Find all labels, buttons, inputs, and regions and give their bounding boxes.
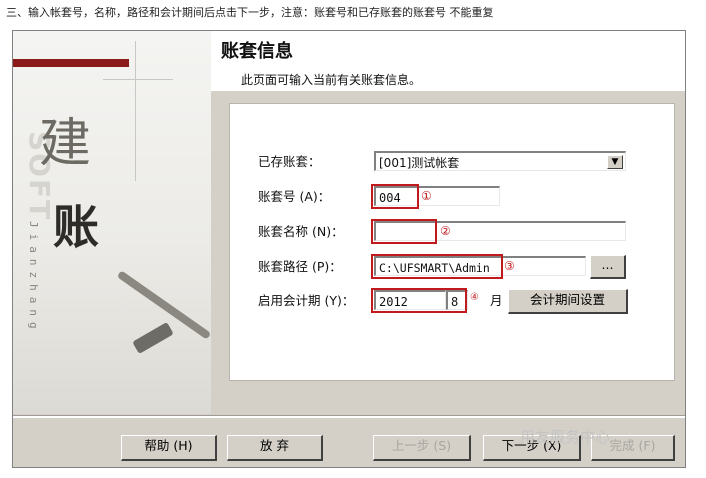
account-path-label: 账套路径 (P)： — [258, 259, 342, 274]
account-number-highlight — [371, 184, 419, 209]
side-illustration: SOFT 建 账 Jianzhang — [13, 31, 211, 414]
step-marker-3: ③ — [504, 259, 515, 273]
watermark-text: 用友服务中心 — [520, 428, 611, 446]
dialog-header: 账套信息 此页面可输入当前有关账套信息。 — [211, 31, 685, 91]
account-name-highlight — [371, 219, 437, 244]
side-character-top: 建 — [39, 114, 92, 174]
chevron-down-icon[interactable]: ▼ — [607, 155, 623, 169]
period-settings-button[interactable]: 会计期间设置 — [508, 289, 628, 314]
existing-account-row: 已存账套： [001]测试帐套 ▼ — [258, 151, 668, 173]
month-unit-label: 月 — [490, 293, 503, 308]
account-path-highlight — [371, 254, 503, 279]
account-number-row: 账套号 (A)： 004 ① — [258, 184, 668, 209]
side-character-bottom: 账 — [53, 200, 99, 254]
pen-tip-illustration — [132, 321, 174, 355]
account-number-label: 账套号 (A)： — [258, 189, 331, 204]
start-period-row: 启用会计期 (Y)： 2012 8 ④ 月 会计期间设置 — [258, 288, 668, 314]
account-name-row: 账套名称 (N)： ② — [258, 219, 668, 244]
form-panel: 已存账套： [001]测试帐套 ▼ 账套号 (A)： 004 ① 账套名称 (N… — [229, 103, 675, 381]
step-marker-2: ② — [440, 224, 451, 238]
footer-separator — [13, 415, 685, 418]
side-horizontal-line — [103, 79, 173, 80]
start-period-highlight — [371, 288, 467, 313]
account-name-label: 账套名称 (N)： — [258, 224, 344, 239]
browse-path-button[interactable]: ... — [590, 255, 626, 279]
step-marker-4: ④ — [470, 292, 479, 303]
account-setup-dialog: SOFT 建 账 Jianzhang 账套信息 此页面可输入当前有关账套信息。 … — [12, 30, 686, 468]
page-title: 账套信息 — [221, 41, 293, 62]
existing-account-value: [001]测试帐套 — [379, 156, 460, 170]
cancel-button[interactable]: 放 弃 — [227, 435, 323, 461]
account-path-row: 账套路径 (P)： C:\UFSMART\Admin ③ ... — [258, 254, 668, 279]
previous-step-button[interactable]: 上一步 (S) — [373, 435, 471, 461]
start-period-label: 启用会计期 (Y)： — [258, 293, 355, 308]
side-red-bar — [13, 59, 129, 67]
step-marker-1: ① — [421, 189, 432, 203]
existing-account-label: 已存账套： — [258, 154, 321, 169]
instruction-text: 三、输入帐套号，名称，路径和会计期间后点击下一步，注意：账套号和已存账套的账套号… — [6, 6, 494, 19]
side-vertical-line — [135, 41, 136, 181]
page-subtitle: 此页面可输入当前有关账套信息。 — [241, 73, 422, 87]
side-pinyin-text: Jianzhang — [27, 221, 40, 335]
existing-account-select[interactable]: [001]测试帐套 ▼ — [374, 151, 626, 171]
help-button[interactable]: 帮助 (H) — [121, 435, 217, 461]
